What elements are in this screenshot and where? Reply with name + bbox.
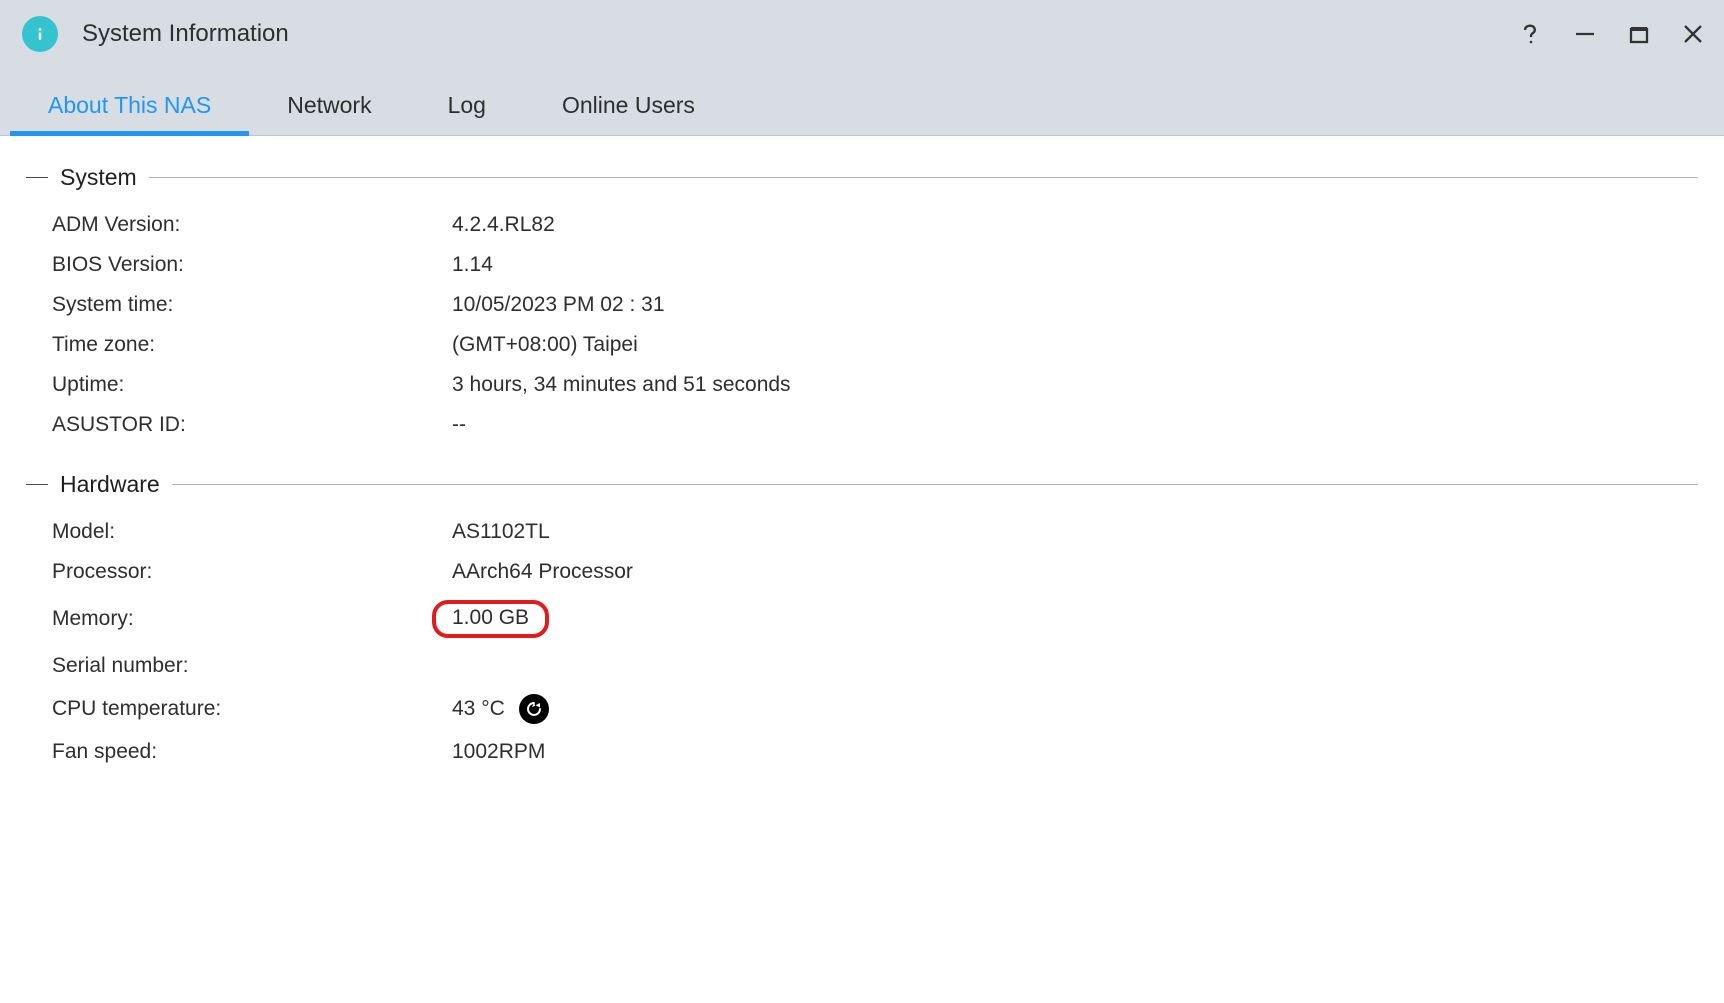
label-time-zone: Time zone: [52,333,452,357]
maximize-button[interactable] [1626,21,1652,47]
value-time-zone: (GMT+08:00) Taipei [452,333,638,357]
system-information-window: System Information About This NAS Networ… [0,0,1724,1003]
value-model: AS1102TL [452,520,550,544]
tab-about-this-nas[interactable]: About This NAS [10,76,249,135]
info-app-icon [22,16,58,52]
row-adm-version: ADM Version: 4.2.4.RL82 [26,205,1698,245]
value-system-time: 10/05/2023 PM 02 : 31 [452,293,665,317]
row-serial-number: Serial number: [26,646,1698,686]
label-bios-version: BIOS Version: [52,253,452,277]
value-asustor-id: -- [452,413,466,437]
label-memory: Memory: [52,607,452,631]
value-cpu-temperature: 43 °C [452,697,505,721]
section-header-hardware: Hardware [26,471,1698,498]
help-button[interactable] [1518,21,1544,47]
row-model: Model: AS1102TL [26,512,1698,552]
value-bios-version: 1.14 [452,253,493,277]
value-fan-speed: 1002RPM [452,740,545,764]
value-memory: 1.00 GB [452,606,529,629]
row-uptime: Uptime: 3 hours, 34 minutes and 51 secon… [26,365,1698,405]
label-processor: Processor: [52,560,452,584]
tab-bar: About This NAS Network Log Online Users [0,68,1724,136]
row-time-zone: Time zone: (GMT+08:00) Taipei [26,325,1698,365]
window-controls [1518,21,1706,47]
row-cpu-temperature: CPU temperature: 43 °C [26,686,1698,732]
value-adm-version: 4.2.4.RL82 [452,213,555,237]
section-header-system: System [26,164,1698,191]
minimize-button[interactable] [1572,21,1598,47]
section-title-system: System [54,164,143,191]
label-system-time: System time: [52,293,452,317]
window-title: System Information [82,20,289,48]
label-cpu-temperature: CPU temperature: [52,697,452,721]
value-processor: AArch64 Processor [452,560,633,584]
tab-online-users[interactable]: Online Users [524,76,733,135]
content-area: System ADM Version: 4.2.4.RL82 BIOS Vers… [0,136,1724,1003]
row-memory: Memory: 1.00 GB [26,592,1698,646]
row-system-time: System time: 10/05/2023 PM 02 : 31 [26,285,1698,325]
close-button[interactable] [1680,21,1706,47]
label-model: Model: [52,520,452,544]
label-fan-speed: Fan speed: [52,740,452,764]
row-asustor-id: ASUSTOR ID: -- [26,405,1698,445]
row-processor: Processor: AArch64 Processor [26,552,1698,592]
section-title-hardware: Hardware [54,471,166,498]
value-memory-highlighted: 1.00 GB [432,600,549,638]
refresh-cpu-temp-button[interactable] [519,694,549,724]
label-serial-number: Serial number: [52,654,452,678]
label-asustor-id: ASUSTOR ID: [52,413,452,437]
label-adm-version: ADM Version: [52,213,452,237]
row-fan-speed: Fan speed: 1002RPM [26,732,1698,772]
tab-log[interactable]: Log [410,76,524,135]
value-uptime: 3 hours, 34 minutes and 51 seconds [452,373,791,397]
label-uptime: Uptime: [52,373,452,397]
tab-network[interactable]: Network [249,76,409,135]
row-bios-version: BIOS Version: 1.14 [26,245,1698,285]
titlebar: System Information [0,0,1724,68]
